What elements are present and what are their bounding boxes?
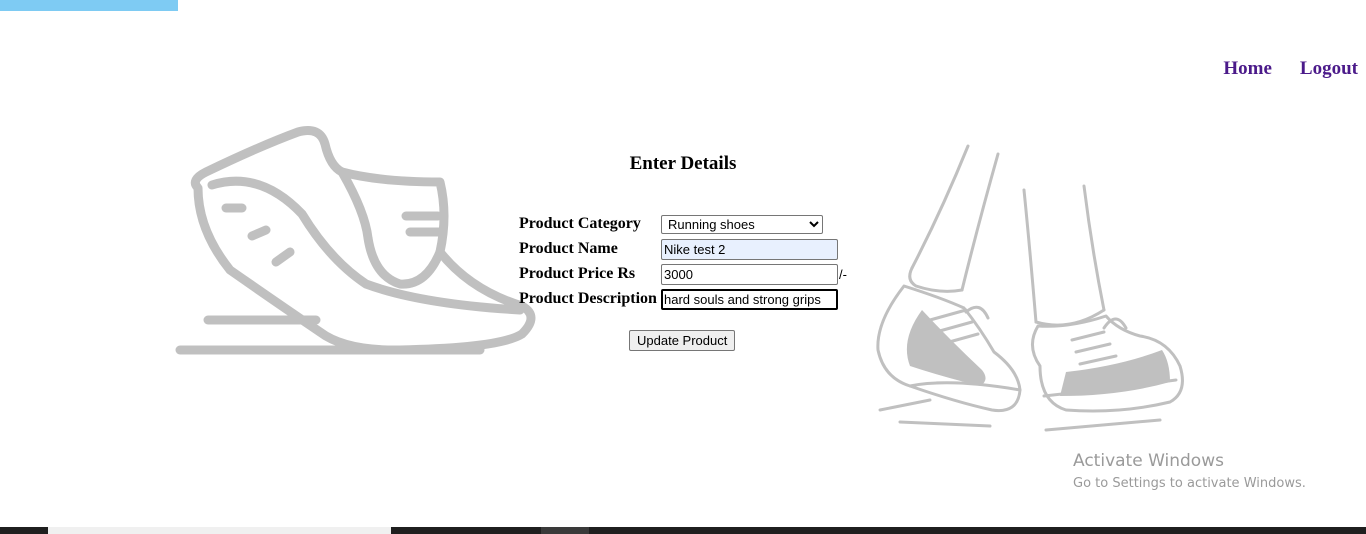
name-row: Product Name xyxy=(519,238,838,260)
watermark-title: Activate Windows xyxy=(1073,451,1224,471)
product-description-input[interactable] xyxy=(661,288,838,310)
watermark-subtitle: Go to Settings to activate Windows. xyxy=(1073,476,1306,491)
price-label: Product Price Rs xyxy=(519,265,636,282)
description-label: Product Description xyxy=(519,290,657,307)
description-row: Product Description xyxy=(519,288,838,310)
price-suffix: /- xyxy=(839,266,847,282)
form-title: Enter Details xyxy=(629,153,737,174)
category-row: Product Category Running shoes xyxy=(519,213,823,235)
taskbar xyxy=(0,527,1366,534)
top-nav: Home Logout xyxy=(1223,58,1358,80)
category-label: Product Category xyxy=(519,215,641,232)
price-row: Product Price Rs /- xyxy=(519,263,847,285)
nav-home-link[interactable]: Home xyxy=(1223,58,1272,80)
taskbar-search-box[interactable] xyxy=(48,527,391,534)
product-price-input[interactable] xyxy=(661,263,838,285)
update-product-button[interactable]: Update Product xyxy=(629,330,736,351)
category-select[interactable]: Running shoes xyxy=(661,214,823,234)
top-accent-bar xyxy=(0,0,178,11)
taskbar-active-app[interactable] xyxy=(541,527,589,534)
name-label: Product Name xyxy=(519,240,618,257)
activate-windows-watermark: Activate Windows Go to Settings to activ… xyxy=(1073,451,1306,491)
nav-logout-link[interactable]: Logout xyxy=(1300,58,1358,80)
product-name-input[interactable] xyxy=(661,238,838,260)
walking-feet-illustration xyxy=(876,144,1184,432)
